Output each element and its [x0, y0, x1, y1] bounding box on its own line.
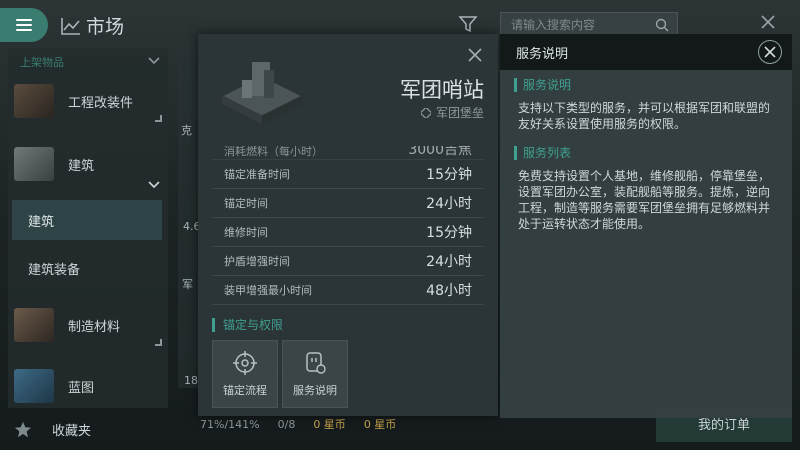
property-list: 消耗燃料（每小时） 3000吉焦 锚定准备时间 15分钟 锚定时间 24小时 维… [212, 146, 484, 305]
property-row: 消耗燃料（每小时） 3000吉焦 [212, 146, 484, 160]
info-panel-title: 服务说明 [516, 46, 569, 62]
section-title: 服务说明 [514, 78, 571, 92]
page-title: 市场 [86, 16, 125, 38]
sidebar-item-label: 建筑 [68, 158, 95, 174]
property-row: 维修时间 15分钟 [212, 218, 484, 247]
favorites-label: 收藏夹 [52, 424, 92, 439]
chevron-down-icon [148, 181, 160, 189]
property-row: 护盾增强时间 24小时 [212, 247, 484, 276]
structure-thumbnail [14, 147, 54, 181]
background-text: 克 [181, 124, 192, 137]
item-type: 军团堡垒 [420, 104, 484, 121]
section-text: 免费支持设置个人基地，维修舰船，停靠堡垒，设置军团办公室，装配舰船等服务。提炼，… [518, 169, 771, 231]
item-type-label: 军团堡垒 [435, 106, 484, 120]
structure-type-icon [420, 107, 431, 118]
info-close-button[interactable] [758, 40, 782, 64]
filter-icon[interactable] [458, 14, 478, 34]
currency-escrow: 0 星币 [363, 418, 397, 431]
close-icon[interactable] [468, 48, 482, 62]
anchoring-section-label: 锚定与权限 [212, 318, 283, 332]
sub-item-structures[interactable]: 建筑 [12, 200, 162, 240]
section-text: 支持以下类型的服务，并可以根据军团和联盟的友好关系设置使用服务的权限。 [518, 101, 771, 131]
section-title: 服务列表 [514, 146, 571, 160]
structure-image [220, 62, 304, 124]
chart-trend-icon [61, 17, 80, 35]
sidebar-item-label: 工程改装件 [68, 95, 134, 111]
sidebar-item-structures[interactable]: 建筑 [8, 136, 168, 192]
material-thumbnail [14, 308, 54, 342]
anchoring-process-button[interactable]: 锚定流程 [212, 340, 278, 408]
category-sidebar: 上架物品 工程改装件 建筑 建筑 建筑装备 制造材料 蓝图 [8, 48, 168, 408]
service-info-panel: 服务说明 服务说明 支持以下类型的服务，并可以根据军团和联盟的友好关系设置使用服… [500, 34, 792, 418]
title-area: 市场 [60, 12, 124, 39]
search-icon[interactable] [655, 18, 669, 32]
menu-button[interactable] [0, 8, 48, 42]
close-icon[interactable] [760, 14, 776, 30]
property-row: 锚定准备时间 15分钟 [212, 160, 484, 189]
background-text: 18 [184, 374, 198, 387]
item-name: 军团哨站 [400, 78, 484, 102]
sub-item-structure-modules[interactable]: 建筑装备 [12, 248, 162, 288]
rig-thumbnail [14, 84, 54, 118]
corner-marker-icon [155, 115, 162, 122]
close-icon [764, 46, 776, 58]
service-icon [306, 352, 326, 374]
item-detail-panel: 军团哨站 军团堡垒 消耗燃料（每小时） 3000吉焦 锚定准备时间 15分钟 锚… [198, 34, 498, 416]
sidebar-item-label: 制造材料 [68, 319, 121, 335]
info-panel-header: 服务说明 [500, 34, 792, 70]
order-count: 0/8 [277, 417, 296, 431]
background-text: 军 [182, 278, 193, 291]
sidebar-item-manufacturing-materials[interactable]: 制造材料 [8, 300, 168, 350]
corner-marker-icon [155, 339, 162, 346]
sidebar-item-blueprints[interactable]: 蓝图 [8, 364, 168, 408]
favorites-button[interactable]: 收藏夹 [14, 420, 91, 439]
tile-label: 服务说明 [293, 384, 337, 397]
chevron-down-icon[interactable] [148, 56, 160, 66]
property-row: 装甲增强最小时间 48小时 [212, 276, 484, 305]
capacity-status: 71%/141% [200, 417, 260, 431]
currency-balance: 0 星币 [313, 418, 346, 431]
star-icon [14, 421, 32, 437]
service-description-button[interactable]: 服务说明 [282, 340, 348, 408]
tile-label: 锚定流程 [223, 384, 267, 397]
sidebar-section-label: 上架物品 [20, 56, 64, 69]
property-row: 锚定时间 24小时 [212, 189, 484, 218]
target-icon [233, 351, 257, 375]
hamburger-icon [16, 19, 32, 31]
blueprint-thumbnail [14, 369, 54, 403]
sidebar-item-label: 蓝图 [68, 380, 95, 396]
sidebar-item-engineering-rigs[interactable]: 工程改装件 [8, 76, 168, 126]
